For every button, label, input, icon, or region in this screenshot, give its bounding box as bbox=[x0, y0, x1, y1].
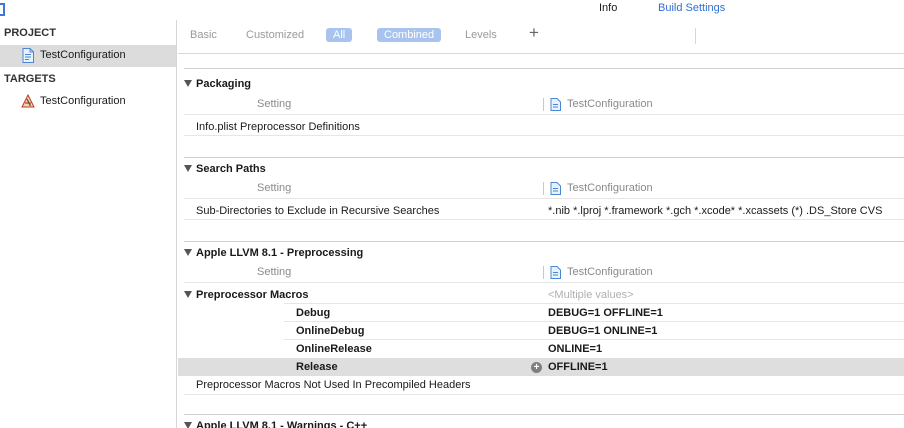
section-header-llvm-preprocessing[interactable]: Apple LLVM 8.1 - Preprocessing bbox=[184, 247, 363, 259]
column-divider bbox=[543, 98, 544, 111]
disclosure-triangle-icon[interactable] bbox=[184, 249, 192, 256]
config-value-debug[interactable]: DEBUG=1 OFFLINE=1 bbox=[548, 307, 663, 319]
column-header-setting: Setting bbox=[257, 98, 292, 110]
row-divider bbox=[284, 321, 904, 322]
disclosure-triangle-icon[interactable] bbox=[184, 291, 192, 298]
tab-build-settings[interactable]: Build Settings bbox=[658, 2, 725, 14]
column-header-target: TestConfiguration bbox=[567, 98, 653, 110]
config-name-release[interactable]: Release bbox=[296, 361, 338, 373]
project-file-icon bbox=[550, 98, 561, 111]
column-header-target: TestConfiguration bbox=[567, 266, 653, 278]
add-condition-icon[interactable]: + bbox=[531, 362, 542, 373]
add-setting-button[interactable]: + bbox=[529, 23, 539, 43]
project-file-icon bbox=[550, 266, 561, 279]
section-divider bbox=[184, 157, 904, 158]
project-file-icon bbox=[22, 48, 34, 63]
project-header: PROJECT bbox=[4, 27, 56, 39]
column-divider bbox=[543, 182, 544, 195]
sidebar-item-project[interactable]: TestConfiguration bbox=[0, 45, 176, 67]
setting-value-recursive-exclude[interactable]: *.nib *.lproj *.framework *.gch *.xcode*… bbox=[548, 205, 882, 217]
project-navigator-sidebar: PROJECT TestConfiguration TARGETS TestCo… bbox=[0, 20, 177, 428]
sidebar-item-label: TestConfiguration bbox=[40, 49, 126, 61]
filter-levels[interactable]: Levels bbox=[465, 29, 497, 41]
setting-name-preprocessor-macros[interactable]: Preprocessor Macros bbox=[184, 289, 309, 301]
row-divider bbox=[184, 219, 904, 220]
build-settings-filter-bar: Basic Customized All Combined Levels + bbox=[178, 20, 904, 54]
column-divider bbox=[543, 266, 544, 279]
setting-value-multiple-values[interactable]: <Multiple values> bbox=[548, 289, 634, 301]
config-name-onlinedebug[interactable]: OnlineDebug bbox=[296, 325, 364, 337]
column-header-target: TestConfiguration bbox=[567, 182, 653, 194]
row-divider bbox=[184, 135, 904, 136]
filter-combined[interactable]: Combined bbox=[377, 28, 442, 42]
filter-basic[interactable]: Basic bbox=[190, 29, 217, 41]
tab-info[interactable]: Info bbox=[599, 2, 617, 14]
setting-name-info-plist-preprocessor-definitions[interactable]: Info.plist Preprocessor Definitions bbox=[196, 121, 360, 133]
config-value-onlinedebug[interactable]: DEBUG=1 ONLINE=1 bbox=[548, 325, 657, 337]
row-divider bbox=[284, 339, 904, 340]
section-divider bbox=[184, 68, 904, 69]
config-name-debug[interactable]: Debug bbox=[296, 307, 330, 319]
targets-header: TARGETS bbox=[4, 73, 56, 85]
row-divider bbox=[284, 303, 904, 304]
app-target-icon bbox=[21, 94, 35, 108]
section-header-packaging[interactable]: Packaging bbox=[184, 78, 251, 90]
disclosure-triangle-icon[interactable] bbox=[184, 422, 192, 428]
row-divider bbox=[184, 198, 904, 199]
top-tab-bar: Info Build Settings bbox=[0, 0, 904, 20]
row-divider bbox=[184, 394, 904, 395]
window-edge-mark bbox=[0, 3, 5, 16]
section-header-llvm-warnings-cpp[interactable]: Apple LLVM 8.1 - Warnings - C++ bbox=[184, 420, 367, 428]
sidebar-item-label: TestConfiguration bbox=[40, 95, 126, 107]
sidebar-item-target[interactable]: TestConfiguration bbox=[0, 91, 176, 113]
column-header-setting: Setting bbox=[257, 182, 292, 194]
config-value-onlinerelease[interactable]: ONLINE=1 bbox=[548, 343, 602, 355]
filter-all[interactable]: All bbox=[326, 28, 353, 42]
disclosure-triangle-icon[interactable] bbox=[184, 80, 192, 87]
project-file-icon bbox=[550, 182, 561, 195]
setting-name-macros-not-used-in-pch[interactable]: Preprocessor Macros Not Used In Precompi… bbox=[196, 379, 471, 391]
disclosure-triangle-icon[interactable] bbox=[184, 165, 192, 172]
filter-separator bbox=[695, 28, 696, 44]
section-divider bbox=[184, 414, 904, 415]
config-value-release[interactable]: OFFLINE=1 bbox=[548, 361, 608, 373]
section-divider bbox=[184, 241, 904, 242]
build-settings-editor: Packaging Setting TestConfiguration Info… bbox=[178, 54, 904, 428]
section-header-search-paths[interactable]: Search Paths bbox=[184, 163, 266, 175]
column-header-setting: Setting bbox=[257, 266, 292, 278]
config-name-onlinerelease[interactable]: OnlineRelease bbox=[296, 343, 372, 355]
row-divider bbox=[184, 114, 904, 115]
filter-customized[interactable]: Customized bbox=[246, 29, 304, 41]
setting-name-recursive-exclude[interactable]: Sub-Directories to Exclude in Recursive … bbox=[196, 205, 439, 217]
row-divider bbox=[184, 282, 904, 283]
